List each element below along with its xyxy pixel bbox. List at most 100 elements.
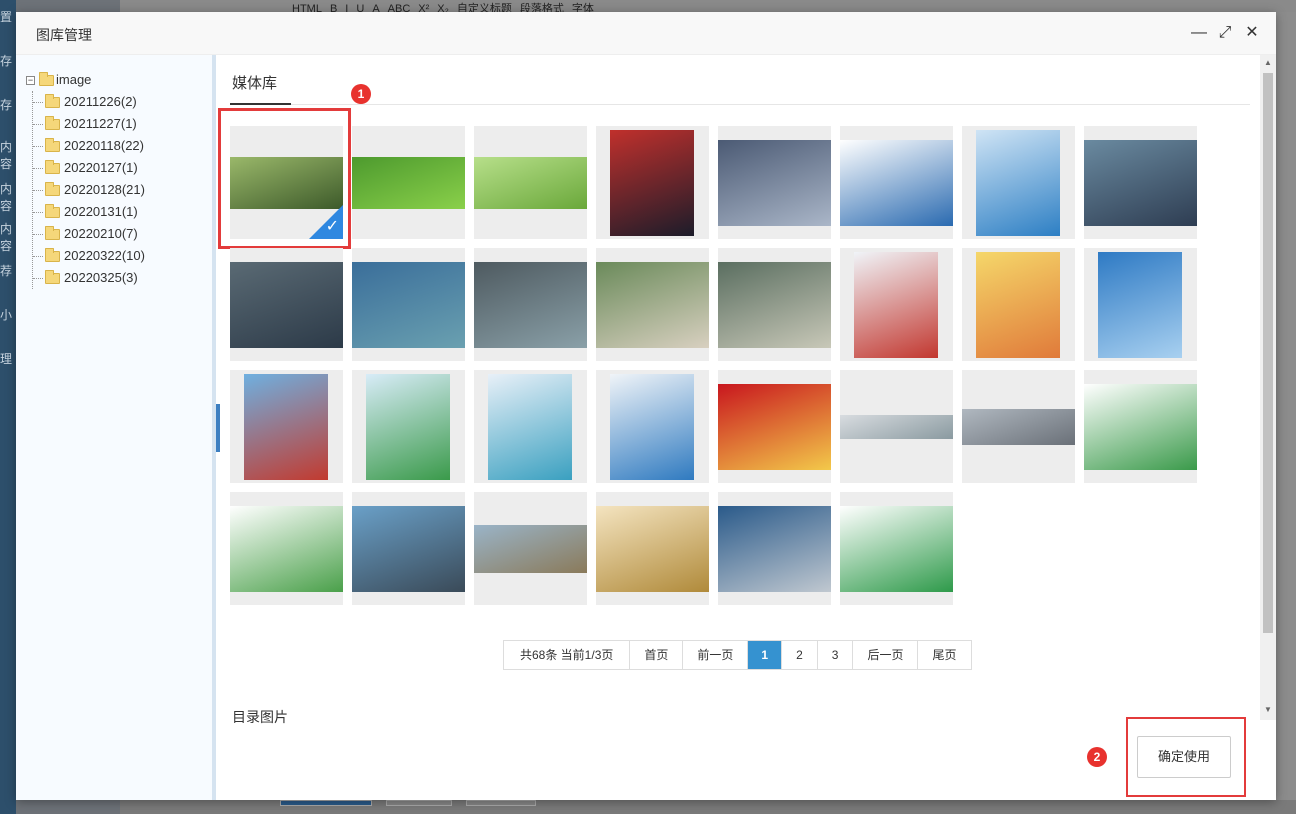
background-toolbar-item: HTML [292,3,322,12]
thumbnail-image [230,261,343,348]
thumbnail-factory-gate[interactable] [962,370,1075,483]
thumbnail-award-plaques[interactable] [596,492,709,605]
thumbnail-plant-aerial[interactable] [474,492,587,605]
tree-folder-item[interactable]: 20220118(22) [33,135,145,157]
tab-bar: 媒体库 [230,65,1250,105]
close-icon[interactable]: ✕ [1241,22,1263,44]
thumbnail-image [352,261,465,348]
folder-icon [45,181,60,196]
thumbnail-new-year-greeting[interactable] [718,370,831,483]
page-1-button[interactable]: 1 [748,641,783,669]
next-page-button[interactable]: 后一页 [853,641,919,669]
tree-folder-item[interactable]: 20220322(10) [33,245,145,267]
tree-children: 20211226(2) 20211227(1) 20220118(22) 202201… [32,91,145,289]
thumbnail-meeting-room[interactable] [596,248,709,361]
background-nav-label: 置 [0,10,13,24]
thumbnail-image [840,414,953,439]
thumbnail-plant-collage[interactable] [352,492,465,605]
thumbnail-magazine-cover-head[interactable] [474,370,587,483]
page-3-button[interactable]: 3 [817,641,854,669]
dialog-title: 图库管理 [36,27,92,43]
thumbnail-image [1084,139,1197,226]
prev-page-button[interactable]: 前一页 [683,641,749,669]
tree-root[interactable]: − image [26,69,145,91]
thumbnail-activity-collage[interactable] [718,492,831,605]
folder-icon [45,225,60,240]
thumbnail-factory-panorama[interactable] [840,370,953,483]
annotation-badge-2: 2 [1087,747,1107,767]
background-button [280,800,372,806]
thumbnail-image [352,156,465,209]
thumbnail-green-leaf[interactable] [352,126,465,239]
thumbnail-certificates-list[interactable] [230,492,343,605]
thumbnail-honor-wall[interactable] [840,492,953,605]
tree-folder-item[interactable]: 20220128(21) [33,179,145,201]
gallery-dialog: 图库管理 — ⤢ ✕ − image 20211226(2) 20211227(1… [16,12,1276,800]
thumbnail-official-document[interactable] [840,126,953,239]
thumbnail-image [352,505,465,592]
tree-folder-item[interactable]: 20211226(2) [33,91,145,113]
tree-folder-item[interactable]: 20220210(7) [33,223,145,245]
scroll-up-icon[interactable]: ▲ [1263,58,1273,68]
thumbnail-certificates-page[interactable] [1084,370,1197,483]
tree-folder-label: 20220128(21) [64,182,145,197]
background-nav-label: 内容 [0,140,13,171]
tree-folder-label: 20211226(2) [64,94,137,109]
collapse-icon[interactable]: − [26,75,35,85]
thumbnail-image [474,156,587,209]
thumbnail-magazine-cover-firetruck[interactable] [230,370,343,483]
background-editor-toolbar: HTML B I U A ABC X² X₂ 自定义标题 段落格式 字体 [120,0,1296,12]
thumbnail-green-sprout[interactable] [474,126,587,239]
tree-folder-item[interactable]: 20220131(1) [33,201,145,223]
thumbnail-image [976,251,1060,358]
thumbnail-magazine-cover-magnifier[interactable] [352,370,465,483]
background-nav-label: 内容 [0,182,13,213]
background-toolbar-item: I [345,3,349,12]
thumbnail-speaker-podium[interactable] [596,126,709,239]
maximize-icon[interactable]: ⤢ [1214,22,1236,44]
scroll-down-icon[interactable]: ▼ [1263,705,1273,715]
thumbnail-inspection-team[interactable] [230,248,343,361]
thumbnail-image [976,129,1060,236]
thumbnail-image [718,383,831,470]
thumbnail-magazine-cover-tree[interactable] [962,248,1075,361]
thumbnail-workers-helmets[interactable] [1084,126,1197,239]
tree-folder-label: 20220131(1) [64,204,138,219]
vertical-scrollbar[interactable]: ▲ ▼ [1260,55,1276,720]
last-page-button[interactable]: 尾页 [918,641,971,669]
thumbnail-image [474,261,587,348]
thumbnail-image [962,408,1075,445]
thumbnail-image [854,251,938,358]
tree-folder-item[interactable]: 20220325(3) [33,267,145,289]
background-toolbar-item: X² [418,3,430,12]
tab-media-library[interactable]: 媒体库 [230,73,291,105]
page-2-button[interactable]: 2 [782,641,818,669]
background-right-edge [1276,12,1296,802]
thumbnail-image [596,261,709,348]
background-left-nav [0,0,16,814]
media-main: 媒体库 1 ✓ 共68条 当前1/3页 首页 前一页 1 2 3 后一页 尾页 … [218,55,1260,800]
minimize-icon[interactable]: — [1188,22,1210,44]
tree-folder-item[interactable]: 20220127(1) [33,157,145,179]
thumbnail-safety-magazine-cover[interactable] [962,126,1075,239]
folder-tree: − image 20211226(2) 20211227(1) 20220118(2… [26,69,145,289]
scroll-thumb[interactable] [1263,73,1273,633]
thumbnail-magazine-cover-plant[interactable] [840,248,953,361]
confirm-use-button[interactable]: 确定使用 [1137,736,1231,778]
thumbnail-meeting-hall[interactable] [718,248,831,361]
thumbnail-factory-visit[interactable] [474,248,587,361]
first-page-button[interactable]: 首页 [630,641,684,669]
tree-folder-item[interactable]: 20211227(1) [33,113,145,135]
thumbnail-conference-hall[interactable] [718,126,831,239]
thumbnail-image [230,505,343,592]
thumbnail-plant-inspection[interactable] [352,248,465,361]
background-toolbar-item: B [329,3,338,12]
thumbnail-magazine-cover-city[interactable] [1084,248,1197,361]
background-nav-label: 小 [0,308,13,322]
tree-folder-label: 20220322(10) [64,248,145,263]
thumbnail-image [718,139,831,226]
thumbnail-image [840,505,953,592]
annotation-badge-1: 1 [351,84,371,104]
thumbnail-magazine-cover-globe[interactable] [596,370,709,483]
folder-icon [45,115,60,130]
